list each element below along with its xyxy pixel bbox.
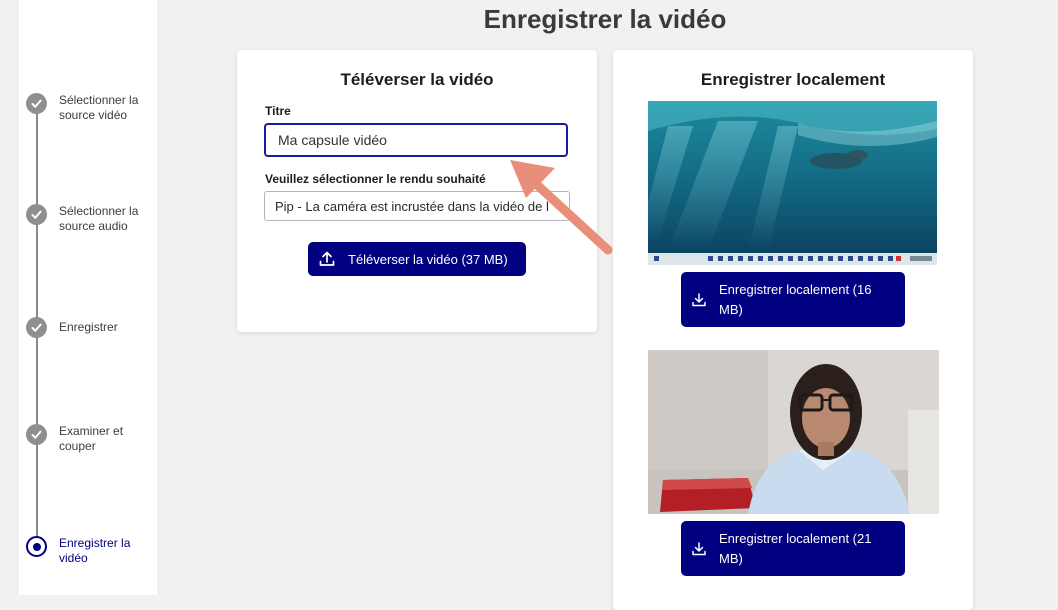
check-icon xyxy=(26,424,47,445)
step-save-video[interactable]: Enregistrer la vidéo xyxy=(26,536,151,566)
step-review-and-trim[interactable]: Examiner et couper xyxy=(26,424,151,454)
render-select[interactable]: Pip - La caméra est incrustée dans la vi… xyxy=(264,191,570,221)
save-camera-locally-button[interactable]: Enregistrer localement (21 MB) xyxy=(681,521,905,576)
check-icon xyxy=(26,204,47,225)
step-record[interactable]: Enregistrer xyxy=(26,317,151,338)
current-step-icon xyxy=(26,536,47,557)
upload-icon xyxy=(318,250,336,268)
check-icon xyxy=(26,93,47,114)
save-camera-locally-label: Enregistrer localement (21 MB) xyxy=(719,530,872,566)
step-select-audio-source[interactable]: Sélectionner la source audio xyxy=(26,204,151,234)
camera-recording-preview xyxy=(648,350,939,514)
title-input[interactable] xyxy=(264,123,568,157)
title-label: Titre xyxy=(265,104,291,118)
local-save-card: Enregistrer localement Enregistrer local… xyxy=(613,50,973,610)
save-screen-locally-label: Enregistrer localement (16 MB) xyxy=(719,281,872,317)
upload-card: Téléverser la vidéo Titre Veuillez sélec… xyxy=(237,50,597,332)
check-icon xyxy=(26,317,47,338)
step-label: Enregistrer xyxy=(59,320,118,334)
download-icon xyxy=(691,541,707,557)
download-icon xyxy=(691,292,707,308)
upload-video-button-label: Téléverser la vidéo (37 MB) xyxy=(348,251,508,267)
step-label: Examiner et couper xyxy=(59,424,124,453)
page-title: Enregistrer la vidéo xyxy=(483,4,727,34)
upload-card-title: Téléverser la vidéo xyxy=(340,70,494,89)
render-label: Veuillez sélectionner le rendu souhaité xyxy=(265,172,486,186)
screen-recording-preview xyxy=(648,101,937,265)
step-label: Sélectionner la source audio xyxy=(59,204,139,233)
step-label: Sélectionner la source vidéo xyxy=(59,93,139,122)
step-select-video-source[interactable]: Sélectionner la source vidéo xyxy=(26,93,151,123)
save-screen-locally-button[interactable]: Enregistrer localement (16 MB) xyxy=(681,272,905,327)
local-save-card-title: Enregistrer localement xyxy=(700,70,886,89)
upload-video-button[interactable]: Téléverser la vidéo (37 MB) xyxy=(308,242,526,276)
step-label: Enregistrer la vidéo xyxy=(59,536,131,565)
stepper-sidebar xyxy=(19,0,157,595)
